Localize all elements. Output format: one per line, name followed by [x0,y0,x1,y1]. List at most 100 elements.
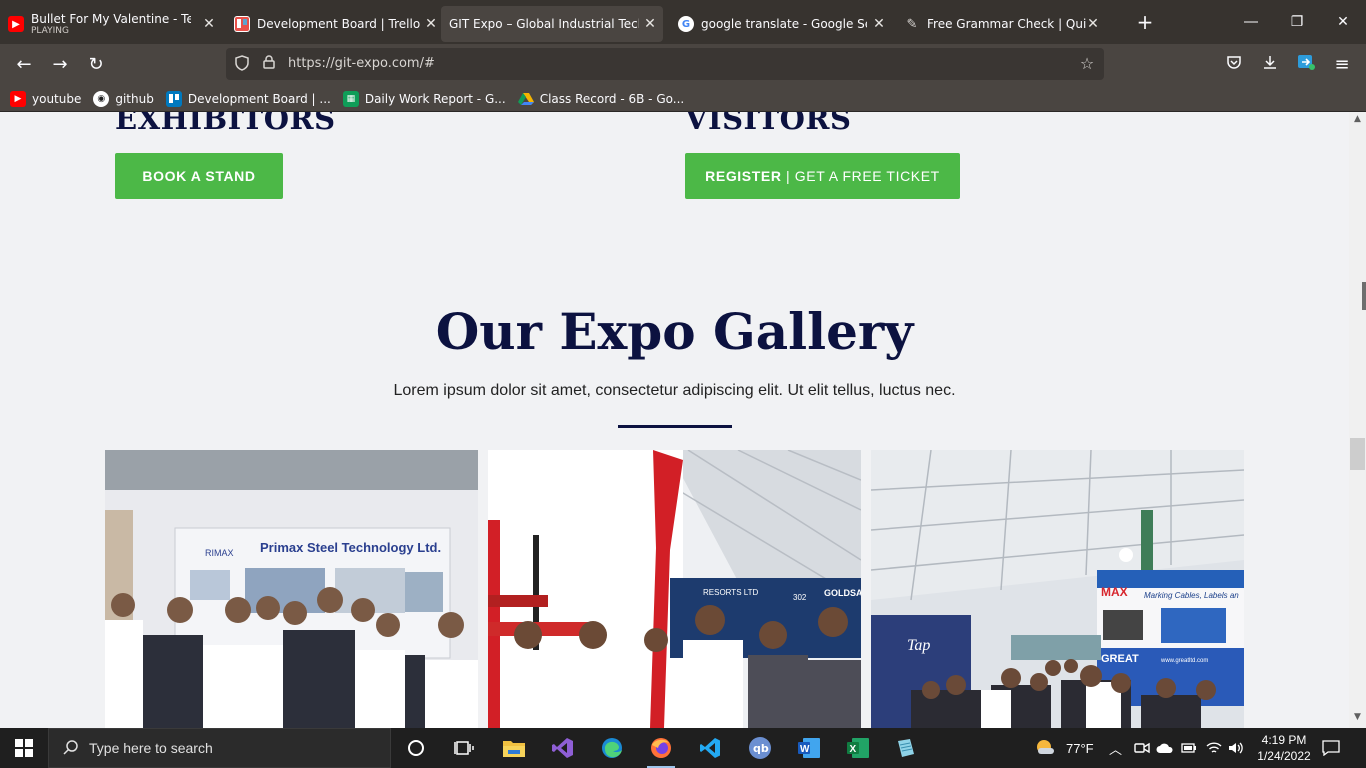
notifications-icon[interactable] [1322,728,1340,768]
bookmark-github[interactable]: ◉ github [93,90,154,107]
address-bar[interactable]: https://git-expo.com/# ☆ [226,48,1104,80]
task-view-icon[interactable] [444,733,484,763]
tab-title: Bullet For My Valentine - Tears D [31,12,191,26]
svg-text:W: W [800,744,810,755]
booth-logo-text: RIMAX [205,548,234,558]
tab-trello[interactable]: Development Board | Trello ✕ [222,6,444,42]
minimize-button[interactable]: ― [1228,0,1274,44]
lock-icon[interactable] [260,55,278,73]
booth-brand-text: GOLDSAN [824,588,861,598]
close-icon[interactable]: ✕ [1086,17,1100,31]
taskbar-clock[interactable]: 4:19 PM 1/24/2022 [1252,732,1316,764]
firefox-icon[interactable] [641,733,681,768]
meet-now-icon[interactable] [1134,728,1150,768]
url-text: https://git-expo.com/# [288,56,435,71]
edge-icon[interactable] [592,733,632,763]
great-brand-text: GREAT [1101,653,1139,665]
onedrive-icon[interactable] [1156,728,1174,768]
back-arrow-icon[interactable]: ← [12,53,36,77]
pocket-icon[interactable] [1222,53,1246,77]
scroll-up-arrow-icon[interactable]: ▲ [1349,114,1366,128]
forward-arrow-icon[interactable]: → [48,53,72,77]
close-icon[interactable]: ✕ [643,17,657,31]
file-explorer-icon[interactable] [494,733,534,763]
close-icon[interactable]: ✕ [872,17,886,31]
vscode-icon[interactable] [690,733,730,763]
svg-text:qb: qb [753,742,769,755]
gallery-title: Our Expo Gallery [435,302,914,361]
extension-icon[interactable] [1294,53,1318,77]
downloads-icon[interactable] [1258,53,1282,77]
tab-git-expo[interactable]: GIT Expo – Global Industrial Technol ✕ [441,6,663,42]
bookmark-label: Class Record - 6B - Go... [539,91,685,106]
visual-studio-icon[interactable] [543,733,583,763]
bookmark-daily-report[interactable]: ▦ Daily Work Report - G... [342,90,506,107]
bookmark-trello[interactable]: Development Board | ... [165,90,331,107]
gallery-photo-primax-booth[interactable]: Primax Steel Technology Ltd. RIMAX [105,450,478,728]
wifi-icon[interactable] [1206,728,1222,768]
trello-icon [234,16,250,32]
scroll-marker [1362,282,1366,310]
register-button[interactable]: REGISTER | GET A FREE TICKET [685,153,960,199]
bookmark-label: github [115,91,154,106]
taskbar-search-box[interactable]: Type here to search [48,728,391,768]
navigation-toolbar: ← → ↻ https://git-expo.com/# ☆ ≡ [0,44,1366,86]
great-url-text: www.greatltd.com [1160,658,1208,664]
weather-sun-icon [1034,738,1056,759]
tab-title: Free Grammar Check | QuillBot [927,17,1087,31]
drive-icon [517,91,534,107]
word-icon[interactable]: W [789,733,829,763]
weather-temperature: 77°F [1066,740,1094,756]
svg-text:X: X [850,744,857,755]
shield-icon[interactable] [233,55,251,73]
weather-widget[interactable]: 77°F [1034,728,1094,768]
bookmark-class-record[interactable]: Class Record - 6B - Go... [517,91,685,107]
volume-icon[interactable] [1228,728,1244,768]
windows-taskbar: Type here to search qb W X 77°F ︿ 4:19 P… [0,728,1366,768]
scroll-down-arrow-icon[interactable]: ▼ [1349,712,1366,726]
cortana-icon[interactable] [396,733,436,763]
windows-logo-icon [15,739,33,757]
clock-time: 4:19 PM [1261,733,1307,747]
qbittorrent-icon[interactable]: qb [740,733,780,763]
start-button[interactable] [0,728,48,768]
bookmark-label: Development Board | ... [187,91,331,106]
bookmark-youtube[interactable]: ▶ youtube [10,90,81,107]
search-placeholder: Type here to search [89,740,213,756]
booth-subsign-text: RESORTS LTD [703,588,758,597]
restore-button[interactable]: ❐ [1274,0,1320,44]
battery-icon[interactable] [1181,728,1197,768]
book-stand-button[interactable]: BOOK A STAND [115,153,283,199]
tab-google-translate[interactable]: G google translate - Google Search ✕ [666,6,892,42]
quillbot-icon: ✎ [906,16,918,32]
booth-sign-text: Primax Steel Technology Ltd. [260,540,441,555]
menu-icon[interactable]: ≡ [1330,53,1354,77]
page-scrollbar[interactable]: ▲ ▼ [1349,112,1366,728]
tab-title: GIT Expo – Global Industrial Technol [449,17,639,31]
close-icon[interactable]: ✕ [424,17,438,31]
free-ticket-label: | GET A FREE TICKET [781,168,940,184]
visitors-heading: VISITORS [685,112,852,136]
gallery-photo-goldsan-booth[interactable]: RESORTS LTD 302 GOLDSAN [488,450,861,728]
github-icon: ◉ [93,90,110,107]
bookmarks-toolbar: ▶ youtube ◉ github Development Board | .… [0,86,1366,112]
max-slogan-text: Marking Cables, Labels an [1144,591,1239,600]
notepad-app-icon[interactable] [886,733,926,763]
scrollbar-thumb[interactable] [1350,438,1365,470]
tab-youtube[interactable]: ▶ Bullet For My Valentine - Tears D PLAY… [0,6,222,42]
sheets-icon: ▦ [342,90,359,107]
register-label: REGISTER [705,168,782,184]
google-icon: G [678,16,694,32]
trello-icon [165,90,182,107]
excel-icon[interactable]: X [838,733,878,763]
tab-quillbot[interactable]: ✎ Free Grammar Check | QuillBot ✕ [892,6,1106,42]
show-hidden-icons-icon[interactable]: ︿ [1109,728,1122,768]
close-icon[interactable]: ✕ [202,17,216,31]
new-tab-button[interactable]: + [1136,12,1154,32]
reload-icon[interactable]: ↻ [84,53,108,77]
gallery-subtitle: Lorem ipsum dolor sit amet, consectetur … [393,382,956,399]
bookmark-star-icon[interactable]: ☆ [1078,55,1096,73]
close-window-button[interactable]: ✕ [1320,0,1366,44]
clock-date: 1/24/2022 [1257,749,1311,763]
gallery-photo-max-booth[interactable]: MAX Marking Cables, Labels an GREAT www.… [871,450,1244,728]
